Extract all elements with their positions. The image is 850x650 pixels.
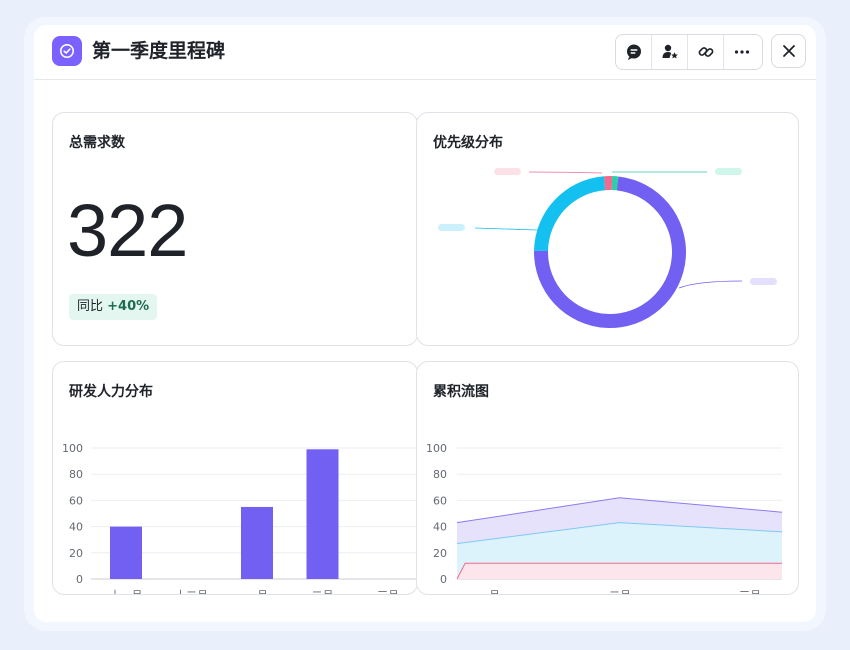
y-tick-label: 20: [433, 547, 447, 560]
close-button[interactable]: [771, 34, 806, 68]
leader-line-cyan: [474, 227, 538, 231]
more-icon: [734, 50, 750, 54]
bar[interactable]: [306, 449, 339, 579]
cumulative-flow-chart: 0 20 40 60 80 100 一月 二月 三月: [426, 442, 783, 594]
user-star-icon: [662, 44, 678, 59]
donut-slice-1[interactable]: [534, 176, 606, 252]
bar[interactable]: [241, 506, 273, 579]
cumulative-flow-card[interactable]: 累积流图 020406080100一月二月三月: [416, 361, 799, 595]
y-tick-label: 100: [62, 442, 83, 455]
priority-donut-chart: [438, 168, 777, 328]
total-count-value: 322: [67, 189, 188, 272]
y-tick-label: 60: [69, 494, 83, 507]
x-tick-label: 三月: [739, 589, 761, 594]
x-tick-label: 一月: [478, 589, 500, 594]
page-title: 第一季度里程碑: [92, 40, 226, 62]
legend-chip-cyan: [438, 224, 465, 231]
y-tick-label: 80: [433, 468, 447, 481]
y-tick-label: 20: [69, 547, 83, 560]
link-icon: [698, 47, 713, 57]
yoy-badge: 同比 +40%: [69, 294, 158, 320]
x-tick-label: 三月: [377, 589, 399, 594]
y-tick-label: 0: [76, 573, 83, 586]
total-requirements-card[interactable]: 总需求数 322 同比 +40%: [52, 112, 418, 346]
header-bar: 第一季度里程碑: [34, 25, 816, 80]
donut-slice-2[interactable]: [604, 176, 613, 191]
yoy-value: +40%: [107, 299, 150, 314]
comment-button[interactable]: [616, 35, 652, 69]
milestone-check-icon: [52, 36, 82, 66]
x-tick-label: 二月: [609, 589, 631, 594]
x-tick-label: 一月: [246, 589, 268, 594]
yoy-label: 同比: [77, 299, 104, 314]
more-button[interactable]: [724, 35, 760, 69]
y-tick-label: 40: [433, 521, 447, 534]
legend-chip-pink: [494, 168, 521, 175]
y-tick-label: 60: [433, 494, 447, 507]
legend-chip-teal: [715, 168, 742, 175]
leader-line-purple: [678, 280, 743, 289]
rd-bar-chart: 0 20 40 60 80 100 十一月 十二月 一月 二月 三月: [62, 442, 417, 594]
legend-chip-purple: [750, 278, 777, 285]
area-fill: [457, 563, 782, 579]
comment-icon: [626, 44, 641, 60]
y-tick-label: 40: [69, 521, 83, 534]
toolbar: [615, 34, 763, 70]
assign-member-button[interactable]: [652, 35, 688, 69]
card-title: 总需求数: [69, 135, 125, 151]
leader-line-pink: [528, 171, 603, 174]
x-tick-label: 十二月: [175, 588, 208, 594]
rd-manpower-card[interactable]: 研发人力分布 020406080100十一月十二月一月二月三月: [52, 361, 418, 595]
close-icon: [782, 45, 795, 57]
y-tick-label: 80: [69, 468, 83, 481]
priority-distribution-card[interactable]: 优先级分布: [416, 112, 799, 346]
copy-link-button[interactable]: [688, 35, 724, 69]
dashboard-panel: 第一季度里程碑 总需求数 322 同比 +40% 优先级分布 研发人力分布 0 …: [34, 25, 816, 622]
x-tick-label: 十一月: [110, 588, 143, 594]
x-tick-label: 二月: [312, 589, 334, 594]
bar[interactable]: [110, 526, 142, 579]
y-tick-label: 100: [426, 442, 447, 455]
y-tick-label: 0: [440, 573, 447, 586]
